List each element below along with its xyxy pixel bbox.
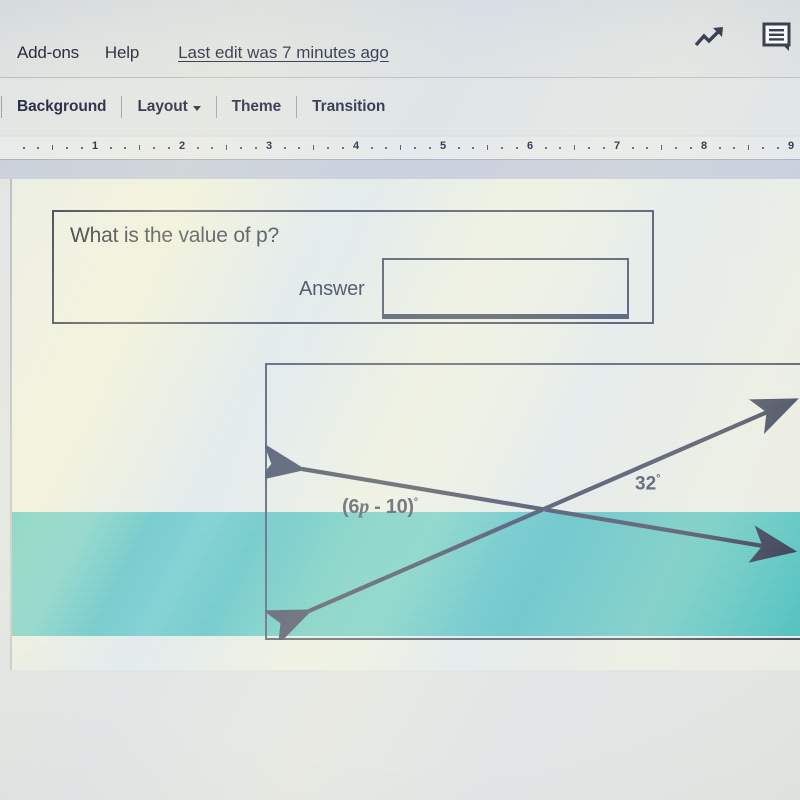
ruler-minor-tick <box>327 147 329 149</box>
answer-input-box[interactable] <box>382 258 629 319</box>
answer-label: Answer <box>299 278 365 300</box>
slide-toolbar: Background Layout Theme Transition <box>0 78 800 135</box>
ruler-ticks: 1 2 3 4 5 6 7 8 9 <box>0 137 800 159</box>
ruler-minor-tick <box>602 147 605 149</box>
layout-button-label: Layout <box>137 97 188 115</box>
ruler-minor-tick <box>733 147 735 149</box>
ruler-number: 9 <box>787 140 795 152</box>
ruler-number: 7 <box>613 140 621 152</box>
theme-button-label: Theme <box>231 97 282 115</box>
angle-label-left: (6p - 10)° <box>342 496 418 519</box>
ruler-minor-tick <box>646 147 648 149</box>
ruler-minor-tick <box>428 147 431 149</box>
ruler-minor-tick <box>472 147 474 149</box>
angle-right-degree-symbol: ° <box>656 473 661 485</box>
ruler-minor-tick <box>457 147 460 149</box>
question-prompt: What is the value of p? <box>70 224 280 247</box>
chevron-down-icon <box>192 105 201 111</box>
ruler-number: 1 <box>91 140 99 152</box>
menu-add-ons[interactable]: Add-ons <box>4 43 92 63</box>
ruler-minor-tick <box>80 147 83 149</box>
ruler-number: 8 <box>700 140 708 152</box>
ruler-half-tick <box>747 145 749 150</box>
ruler-half-tick <box>573 145 575 150</box>
question-text-box[interactable]: What is the value of p? Answer <box>52 210 654 324</box>
comment-icon[interactable] <box>762 22 794 57</box>
menu-help[interactable]: Help <box>92 43 152 63</box>
ruler-half-tick <box>399 145 401 150</box>
geometry-diagram[interactable]: (6p - 10)° 32° <box>265 363 800 640</box>
toolbar-divider <box>1 95 2 118</box>
ruler-minor-tick <box>37 147 39 149</box>
ruler-minor-tick <box>124 147 126 149</box>
horizontal-ruler[interactable]: 1 2 3 4 5 6 7 8 9 <box>0 137 800 159</box>
ruler-number: 6 <box>526 140 534 152</box>
ruler-minor-tick <box>370 147 373 149</box>
ruler-minor-tick <box>675 147 677 149</box>
toolbar-divider <box>296 95 298 118</box>
ruler-minor-tick <box>341 147 344 149</box>
transition-button[interactable]: Transition <box>298 98 399 116</box>
ruler-minor-tick <box>109 147 112 149</box>
ruler-minor-tick <box>254 147 257 149</box>
ruler-minor-tick <box>153 147 155 149</box>
ruler-minor-tick <box>283 147 286 149</box>
ruler-minor-tick <box>515 147 518 149</box>
ruler-minor-tick <box>689 147 692 149</box>
toolbar-divider <box>121 95 123 118</box>
transition-button-label: Transition <box>312 97 386 115</box>
ruler-half-tick <box>486 145 488 150</box>
angle-right-value: 32 <box>635 473 657 495</box>
menu-bar: Add-ons Help Last edit was 7 minutes ago <box>0 38 401 68</box>
editor-workspace-background <box>0 670 800 800</box>
ruler-base-strip <box>0 159 800 179</box>
ruler-minor-tick <box>559 147 561 149</box>
ruler-minor-tick <box>167 147 170 149</box>
ruler-minor-tick <box>196 147 199 149</box>
angle-left-prefix: (6 <box>342 496 360 518</box>
ruler-number: 3 <box>265 140 273 152</box>
background-button-label: Background <box>17 97 107 115</box>
explore-trending-icon[interactable] <box>694 24 728 55</box>
ruler-minor-tick <box>414 147 416 149</box>
layout-button[interactable]: Layout <box>123 98 214 116</box>
slide-canvas[interactable]: What is the value of p? Answer (6p - 10)… <box>10 178 800 670</box>
angle-left-degree-symbol: ° <box>413 496 418 509</box>
angle-left-variable: p <box>359 496 369 518</box>
ruler-minor-tick <box>776 147 779 149</box>
background-button[interactable]: Background <box>3 98 120 116</box>
angle-label-right: 32° <box>635 473 661 495</box>
ruler-minor-tick <box>22 147 25 149</box>
ruler-minor-tick <box>762 147 764 149</box>
toolbar-divider <box>215 95 217 118</box>
ruler-half-tick <box>138 145 140 150</box>
ruler-minor-tick <box>385 147 387 149</box>
ruler-half-tick <box>660 145 662 150</box>
ruler-minor-tick <box>211 147 213 149</box>
slide-accent-block-left <box>12 512 265 636</box>
last-edit-link[interactable]: Last edit was 7 minutes ago <box>166 43 401 63</box>
ruler-half-tick <box>51 145 53 150</box>
ruler-minor-tick <box>298 147 300 149</box>
ruler-minor-tick <box>240 147 242 149</box>
ruler-minor-tick <box>544 147 547 149</box>
screenshot-root: Add-ons Help Last edit was 7 minutes ago <box>0 0 800 800</box>
ruler-minor-tick <box>631 147 634 149</box>
ruler-minor-tick <box>718 147 721 149</box>
app-chrome: Add-ons Help Last edit was 7 minutes ago <box>0 0 800 179</box>
ruler-half-tick <box>312 145 314 150</box>
ruler-half-tick <box>225 145 227 150</box>
ruler-number: 5 <box>439 140 447 152</box>
theme-button[interactable]: Theme <box>218 98 295 116</box>
ruler-number: 4 <box>352 140 360 152</box>
chrome-icon-group <box>694 22 794 57</box>
ruler-minor-tick <box>501 147 503 149</box>
ruler-number: 2 <box>178 140 186 152</box>
ruler-minor-tick <box>66 147 68 149</box>
angle-left-suffix: - 10) <box>368 496 414 518</box>
ruler-minor-tick <box>588 147 590 149</box>
